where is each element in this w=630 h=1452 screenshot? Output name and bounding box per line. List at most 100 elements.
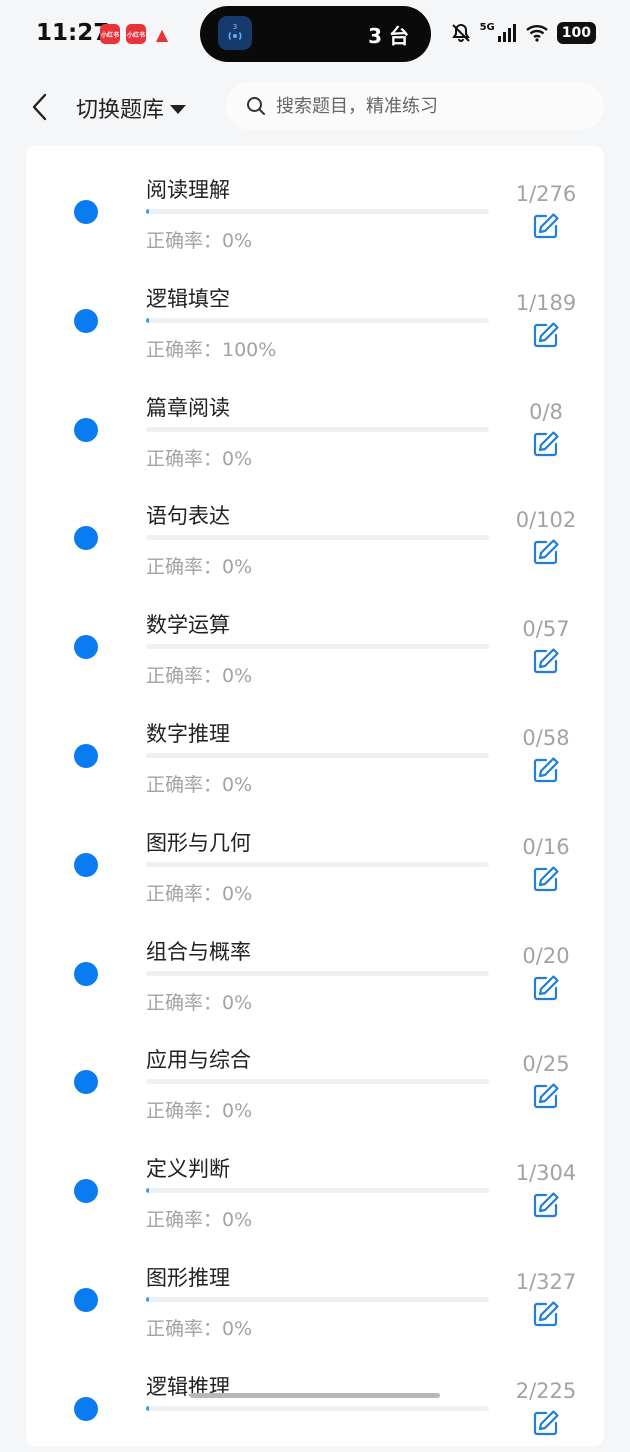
list-item[interactable]: 定义判断 正确率：0% 1/304 xyxy=(26,1125,604,1234)
category-name: 定义判断 xyxy=(146,1157,230,1182)
progress-count: 0/20 xyxy=(522,943,570,968)
accuracy-text: 正确率：0% xyxy=(146,991,253,1014)
category-name: 阅读理解 xyxy=(146,178,230,202)
bell-muted-icon xyxy=(451,23,470,42)
accuracy-text: 正确率：0% xyxy=(146,882,253,905)
caret-down-icon xyxy=(170,104,187,114)
progress-count: 0/8 xyxy=(529,399,563,424)
progress-count: 1/327 xyxy=(515,1270,577,1294)
list-item[interactable]: 篇章阅读 正确率：0% 0/8 xyxy=(26,364,604,473)
list-item[interactable]: 阅读理解 正确率：0% 1/276 xyxy=(26,146,604,255)
category-dot-icon xyxy=(74,1070,98,1095)
progress-count: 0/58 xyxy=(522,726,570,750)
category-dot-icon xyxy=(74,744,98,768)
list-item[interactable]: 应用与综合 正确率：0% 0/25 xyxy=(26,1016,604,1125)
category-dot-icon xyxy=(74,200,98,224)
list-item[interactable]: 图形推理 正确率：0% 1/327 xyxy=(26,1234,604,1343)
progress-bar xyxy=(146,861,489,867)
progress-bar xyxy=(146,1405,489,1411)
progress-bar xyxy=(146,644,489,650)
wifi-icon xyxy=(525,25,548,42)
category-name: 逻辑填空 xyxy=(146,286,230,311)
accuracy-text: 正确率：100% xyxy=(146,338,277,361)
xiaohongshu-icon: 小红书 xyxy=(100,24,120,44)
status-icons: 5G 100 xyxy=(450,22,596,44)
category-dot-icon xyxy=(74,308,98,333)
back-arrow-icon[interactable] xyxy=(28,90,52,124)
category-name: 组合与概率 xyxy=(146,939,251,964)
list-item[interactable]: 逻辑填空 正确率：100% 1/189 xyxy=(26,255,604,364)
progress-bar xyxy=(146,426,489,432)
network-type: 5G xyxy=(479,22,495,33)
category-name: 数字推理 xyxy=(146,722,230,746)
category-name: 数学运算 xyxy=(146,613,230,638)
island-text: 3 台 xyxy=(368,24,409,48)
status-time: 11:27 xyxy=(36,20,110,46)
edit-practice-icon[interactable] xyxy=(532,538,560,566)
accuracy-text: 正确率：0% xyxy=(146,774,253,796)
edit-practice-icon[interactable] xyxy=(532,1409,560,1437)
progress-count: 1/189 xyxy=(515,290,577,315)
list-item[interactable]: 数字推理 正确率：0% 0/58 xyxy=(26,690,604,799)
home-indicator[interactable] xyxy=(190,1393,440,1398)
accuracy-text: 正确率：0% xyxy=(146,556,253,579)
progress-count: 0/25 xyxy=(522,1052,570,1077)
progress-count: 0/102 xyxy=(515,508,577,533)
category-dot-icon xyxy=(74,526,98,551)
question-bank-list: 阅读理解 正确率：0% 1/276 逻辑填空 正确率：100% 1/189 篇章… xyxy=(26,146,604,1446)
progress-fill xyxy=(146,1297,150,1302)
list-item[interactable]: 数学运算 正确率：0% 0/57 xyxy=(26,581,604,690)
list-item[interactable]: 语句表达 正确率：0% 0/102 xyxy=(26,472,604,581)
category-dot-icon xyxy=(74,1288,98,1312)
search-icon xyxy=(247,97,265,115)
progress-count: 0/16 xyxy=(522,834,570,859)
progress-count: 1/276 xyxy=(515,182,577,206)
search-bar[interactable] xyxy=(226,82,604,130)
progress-fill xyxy=(146,209,150,214)
progress-bar xyxy=(146,535,489,541)
edit-practice-icon[interactable] xyxy=(532,974,560,1002)
edit-practice-icon[interactable] xyxy=(532,865,560,893)
edit-practice-icon[interactable] xyxy=(532,1082,560,1110)
accuracy-text: 正确率：0% xyxy=(146,1318,253,1340)
switch-bank-dropdown[interactable]: 切换题库 xyxy=(76,92,187,124)
category-dot-icon xyxy=(74,1396,98,1421)
progress-bar xyxy=(146,1079,489,1085)
dynamic-island[interactable]: 3 3 台 xyxy=(200,6,431,62)
progress-bar xyxy=(146,753,489,758)
progress-count: 0/57 xyxy=(522,617,570,642)
category-name: 语句表达 xyxy=(146,504,230,529)
edit-practice-icon[interactable] xyxy=(532,756,560,784)
accuracy-text: 正确率：0% xyxy=(146,665,253,688)
island-badge: 3 xyxy=(233,23,237,31)
edit-practice-icon[interactable] xyxy=(532,321,560,349)
category-name: 图形推理 xyxy=(146,1266,230,1290)
progress-fill xyxy=(146,317,150,323)
category-name: 篇章阅读 xyxy=(146,395,230,420)
edit-practice-icon[interactable] xyxy=(532,212,560,240)
cast-app-icon: 3 xyxy=(218,16,252,50)
accuracy-text: 正确率：0% xyxy=(146,1100,253,1123)
list-item[interactable]: 图形与几何 正确率：0% 0/16 xyxy=(26,799,604,908)
edit-practice-icon[interactable] xyxy=(532,1191,560,1219)
edit-practice-icon[interactable] xyxy=(532,430,560,458)
accuracy-text: 正确率：0% xyxy=(146,1209,253,1232)
progress-bar xyxy=(146,209,489,214)
progress-fill xyxy=(146,1405,150,1411)
signal-icon xyxy=(497,24,516,42)
progress-count: 2/225 xyxy=(515,1378,577,1403)
progress-count: 1/304 xyxy=(515,1161,577,1186)
accuracy-text: 正确率：0% xyxy=(146,447,253,470)
edit-practice-icon[interactable] xyxy=(532,1300,560,1328)
notification-icons: 小红书 小红书 ▲ xyxy=(100,24,172,44)
search-input[interactable] xyxy=(274,94,578,118)
category-name: 应用与综合 xyxy=(146,1048,251,1073)
top-bar: 切换题库 xyxy=(0,76,630,138)
edit-practice-icon[interactable] xyxy=(532,647,560,675)
list-item[interactable]: 组合与概率 正确率：0% 0/20 xyxy=(26,908,604,1017)
progress-bar xyxy=(146,970,489,976)
progress-bar xyxy=(146,1188,489,1194)
progress-fill xyxy=(146,1188,150,1194)
battery-indicator: 100 xyxy=(556,22,596,44)
category-dot-icon xyxy=(74,852,98,877)
